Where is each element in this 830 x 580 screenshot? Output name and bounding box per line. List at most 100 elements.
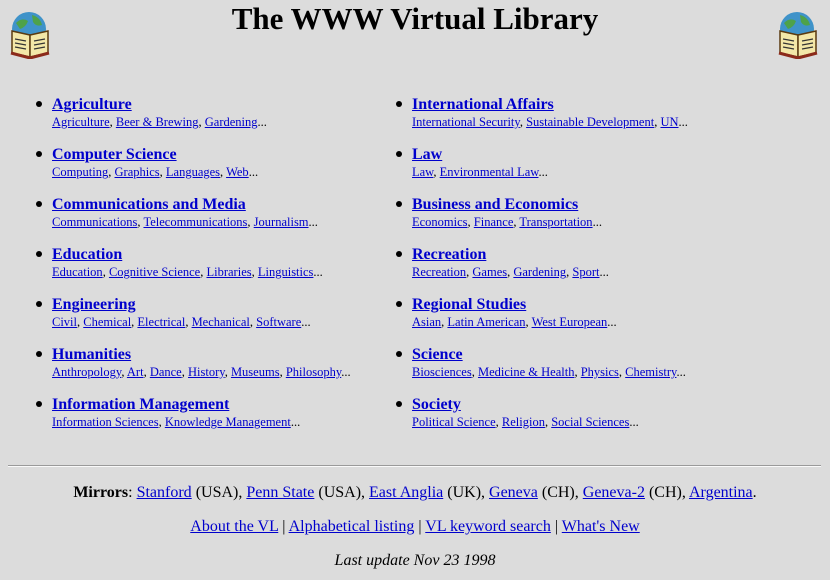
subcategory-link-law[interactable]: Law xyxy=(412,165,433,179)
page-title: The WWW Virtual Library xyxy=(231,1,599,36)
footer-link-about-the-vl[interactable]: About the VL xyxy=(190,518,278,535)
subcategory-link-journalism[interactable]: Journalism xyxy=(254,215,309,229)
category-item: Agriculture Agriculture, Beer & Brewing, … xyxy=(32,95,412,145)
category-link-humanities[interactable]: Humanities xyxy=(52,345,412,365)
subcategory-link-sustainable-development[interactable]: Sustainable Development xyxy=(526,115,654,129)
category-link-recreation[interactable]: Recreation xyxy=(412,245,772,265)
subcategory-link-medicine-health[interactable]: Medicine & Health xyxy=(478,365,575,379)
subcategory-link-civil[interactable]: Civil xyxy=(52,315,77,329)
subcategory-link-beer-brewing[interactable]: Beer & Brewing xyxy=(116,115,199,129)
subcategory-list: Communications, Telecommunications, Jour… xyxy=(52,215,412,229)
subcategory-link-communications[interactable]: Communications xyxy=(52,215,137,229)
subcategory-link-asian[interactable]: Asian xyxy=(412,315,441,329)
ellipsis: ... xyxy=(538,165,548,179)
mirror-link-penn-state[interactable]: Penn State xyxy=(246,484,314,501)
category-link-society[interactable]: Society xyxy=(412,395,772,415)
subcategory-link-chemical[interactable]: Chemical xyxy=(83,315,131,329)
bullet-icon xyxy=(396,201,402,207)
subcategory-link-physics[interactable]: Physics xyxy=(581,365,619,379)
subcategory-link-finance[interactable]: Finance xyxy=(474,215,514,229)
category-link-international-affairs[interactable]: International Affairs xyxy=(412,95,772,115)
category-column-left: Agriculture Agriculture, Beer & Brewing, … xyxy=(32,95,412,445)
subcategory-link-philosophy[interactable]: Philosophy xyxy=(286,365,341,379)
subcategory-link-transportation[interactable]: Transportation xyxy=(519,215,592,229)
subcategory-link-telecommunications[interactable]: Telecommunications xyxy=(143,215,247,229)
subcategory-link-electrical[interactable]: Electrical xyxy=(137,315,185,329)
subcategory-list: Recreation, Games, Gardening, Sport... xyxy=(412,265,772,279)
subcategory-link-graphics[interactable]: Graphics xyxy=(115,165,160,179)
category-link-communications-and-media[interactable]: Communications and Media xyxy=(52,195,412,215)
subcategory-link-international-security[interactable]: International Security xyxy=(412,115,520,129)
subcategory-link-biosciences[interactable]: Biosciences xyxy=(412,365,472,379)
last-update: Last update Nov 23 1998 xyxy=(334,552,496,569)
subcategory-link-museums[interactable]: Museums xyxy=(231,365,280,379)
category-column-right: International Affairs International Secur… xyxy=(392,95,772,445)
ellipsis: ... xyxy=(257,115,267,129)
bullet-icon xyxy=(396,251,402,257)
subcategory-link-mechanical[interactable]: Mechanical xyxy=(192,315,250,329)
bullet-icon xyxy=(36,201,42,207)
subcategory-link-environmental-law[interactable]: Environmental Law xyxy=(440,165,539,179)
mirror-location: (USA) xyxy=(195,484,239,501)
subcategory-link-cognitive-science[interactable]: Cognitive Science xyxy=(109,265,200,279)
category-item: Recreation Recreation, Games, Gardening, … xyxy=(392,245,772,295)
bullet-icon xyxy=(36,351,42,357)
subcategory-link-gardening[interactable]: Gardening xyxy=(205,115,258,129)
separator: | xyxy=(414,518,426,535)
mirror-link-argentina[interactable]: Argentina xyxy=(689,484,753,501)
subcategory-link-computing[interactable]: Computing xyxy=(52,165,108,179)
ellipsis: ... xyxy=(290,415,301,429)
subcategory-link-latin-american[interactable]: Latin American xyxy=(447,315,525,329)
subcategory-link-games[interactable]: Games xyxy=(472,265,507,279)
subcategory-link-social-sciences[interactable]: Social Sciences xyxy=(551,415,629,429)
mirrors-label: Mirrors xyxy=(73,484,129,501)
category-link-education[interactable]: Education xyxy=(52,245,412,265)
category-link-engineering[interactable]: Engineering xyxy=(52,295,412,315)
subcategory-link-un[interactable]: UN xyxy=(660,115,678,129)
subcategory-link-software[interactable]: Software xyxy=(256,315,301,329)
category-link-agriculture[interactable]: Agriculture xyxy=(52,95,412,115)
subcategory-link-anthropology[interactable]: Anthropology xyxy=(52,365,121,379)
category-link-regional-studies[interactable]: Regional Studies xyxy=(412,295,772,315)
subcategory-link-agriculture[interactable]: Agriculture xyxy=(52,115,110,129)
ellipsis: ... xyxy=(599,265,609,279)
category-link-business-and-economics[interactable]: Business and Economics xyxy=(412,195,772,215)
mirror-link-east-anglia[interactable]: East Anglia xyxy=(369,484,443,501)
subcategory-link-knowledge-management[interactable]: Knowledge Management xyxy=(165,415,291,429)
mirror-location: (UK) xyxy=(447,484,482,501)
subcategory-list: Computing, Graphics, Languages, Web... xyxy=(52,165,412,179)
subcategory-link-linguistics[interactable]: Linguistics xyxy=(258,265,314,279)
subcategory-list: Economics, Finance, Transportation... xyxy=(412,215,772,229)
subcategory-link-web[interactable]: Web xyxy=(226,165,249,179)
subcategory-link-economics[interactable]: Economics xyxy=(412,215,468,229)
footer-link-what-s-new[interactable]: What's New xyxy=(562,518,640,535)
footer-link-alphabetical-listing[interactable]: Alphabetical listing xyxy=(289,518,415,535)
subcategory-list: Agriculture, Beer & Brewing, Gardening..… xyxy=(52,115,412,129)
subcategory-link-gardening[interactable]: Gardening xyxy=(513,265,566,279)
subcategory-link-chemistry[interactable]: Chemistry xyxy=(625,365,676,379)
footer-link-vl-keyword-search[interactable]: VL keyword search xyxy=(425,518,551,535)
subcategory-link-recreation[interactable]: Recreation xyxy=(412,265,466,279)
mirror-link-geneva-2[interactable]: Geneva-2 xyxy=(583,484,645,501)
subcategory-link-political-science[interactable]: Political Science xyxy=(412,415,496,429)
category-link-science[interactable]: Science xyxy=(412,345,772,365)
subcategory-list: Information Sciences, Knowledge Manageme… xyxy=(52,415,412,429)
category-link-computer-science[interactable]: Computer Science xyxy=(52,145,412,165)
subcategory-link-history[interactable]: History xyxy=(188,365,225,379)
mirrors-line: Mirrors: Stanford (USA), Penn State (USA… xyxy=(0,483,830,503)
mirror-link-geneva[interactable]: Geneva xyxy=(489,484,538,501)
subcategory-link-languages[interactable]: Languages xyxy=(166,165,220,179)
subcategory-link-education[interactable]: Education xyxy=(52,265,103,279)
subcategory-link-dance[interactable]: Dance xyxy=(150,365,182,379)
subcategory-link-sport[interactable]: Sport xyxy=(572,265,599,279)
category-item: Communications and Media Communications, … xyxy=(32,195,412,245)
subcategory-link-religion[interactable]: Religion xyxy=(502,415,545,429)
category-link-law[interactable]: Law xyxy=(412,145,772,165)
mirror-link-stanford[interactable]: Stanford xyxy=(137,484,192,501)
subcategory-link-libraries[interactable]: Libraries xyxy=(206,265,251,279)
subcategory-link-west-european[interactable]: West European xyxy=(532,315,608,329)
subcategory-link-information-sciences[interactable]: Information Sciences xyxy=(52,415,159,429)
category-link-information-management[interactable]: Information Management xyxy=(52,395,412,415)
category-item: Information Management Information Scienc… xyxy=(32,395,412,445)
subcategory-link-art[interactable]: Art xyxy=(127,365,144,379)
